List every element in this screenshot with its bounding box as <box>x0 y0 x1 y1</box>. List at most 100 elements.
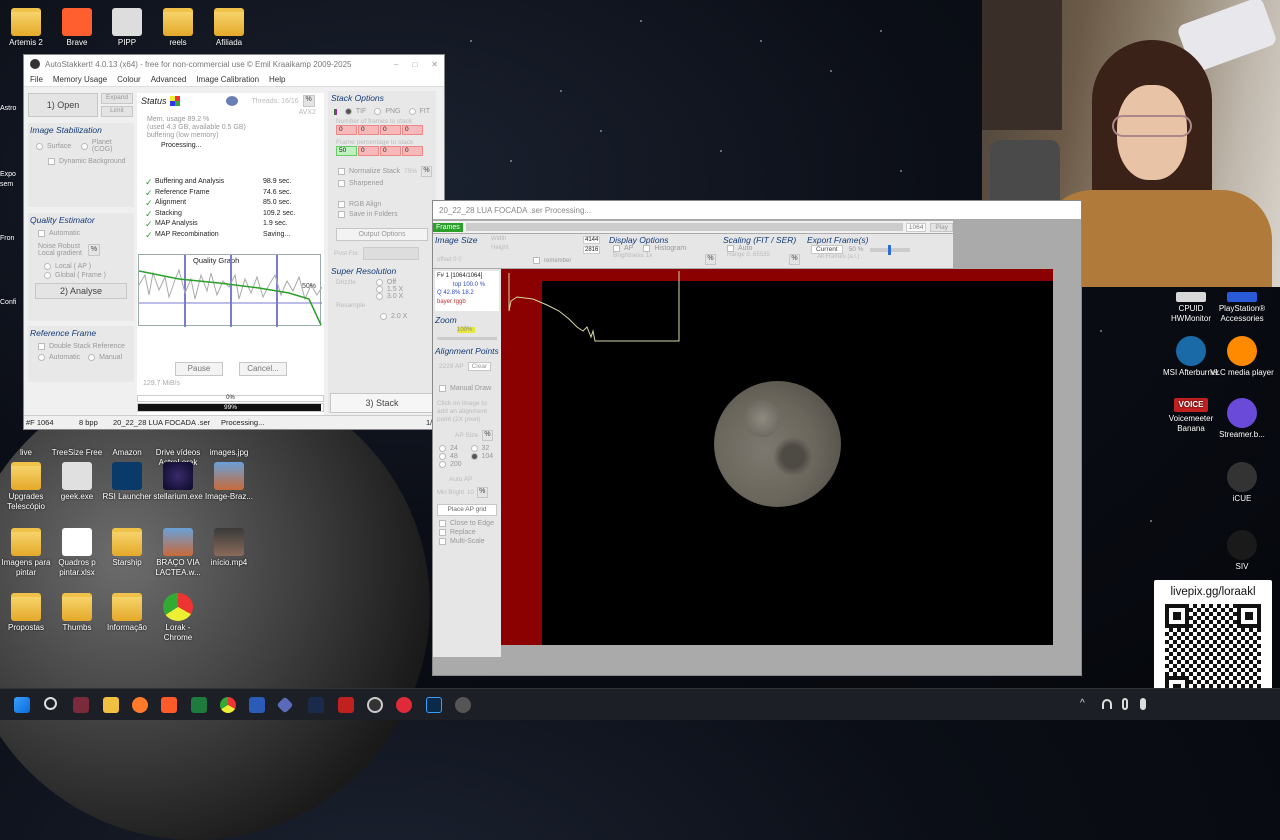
save-in-folders-checkbox[interactable]: Save in Folders <box>338 211 436 218</box>
close-icon[interactable]: ✕ <box>431 60 438 69</box>
desktop-icon[interactable]: Imagens para pintar <box>0 528 52 578</box>
width-field[interactable]: 4144 <box>583 236 601 244</box>
ap-size-percent-icon[interactable]: % <box>482 430 494 441</box>
tray-mic-icon[interactable] <box>1140 698 1146 710</box>
format-fit-radio[interactable]: FIT <box>408 108 430 115</box>
stack-pct-input[interactable]: 50 <box>336 146 357 156</box>
height-field[interactable]: 2816 <box>583 246 601 254</box>
double-stack-checkbox[interactable]: Double Stack Reference <box>38 343 132 350</box>
display-percent-icon[interactable]: % <box>705 254 716 265</box>
menu-memory-usage[interactable]: Memory Usage <box>53 75 107 84</box>
automatic-checkbox[interactable]: Automatic <box>38 230 132 237</box>
frames-slider[interactable] <box>465 223 903 231</box>
surface-radio[interactable]: Surface <box>36 139 71 153</box>
desktop-icon[interactable]: Streamer.b... <box>1209 398 1275 440</box>
replace-checkbox[interactable]: Replace <box>439 529 501 536</box>
photoshop-icon[interactable] <box>426 697 442 713</box>
minimize-icon[interactable]: – <box>394 60 398 69</box>
place-ap-grid-button[interactable]: Place AP grid <box>437 504 497 516</box>
close-to-edge-checkbox[interactable]: Close to Edge <box>439 520 501 527</box>
desktop-icon[interactable]: Thumbs <box>51 593 103 633</box>
sharpened-checkbox[interactable]: Sharpened <box>338 180 436 187</box>
stack-count-input[interactable]: 0 <box>402 125 423 135</box>
image-canvas[interactable] <box>501 269 1053 645</box>
normalize-checkbox[interactable]: Normalize Stack <box>338 168 400 175</box>
app-diamond-icon[interactable] <box>276 696 294 714</box>
desktop-icon[interactable]: Informação <box>101 593 153 633</box>
min-bright-percent-icon[interactable]: % <box>476 487 488 498</box>
firefox-icon[interactable] <box>132 697 148 713</box>
stack-count-input[interactable]: 0 <box>336 125 357 135</box>
desktop-icon[interactable]: stellarium.exe <box>152 462 204 502</box>
desktop-icon[interactable]: Lorak - Chrome <box>152 593 204 643</box>
task-view-icon[interactable] <box>73 697 89 713</box>
desktop-icon[interactable]: Brave <box>51 8 103 48</box>
menu-help[interactable]: Help <box>269 75 285 84</box>
histogram-checkbox[interactable]: Histogram <box>643 245 686 252</box>
reference-automatic-radio[interactable]: Automatic <box>38 354 80 361</box>
reference-manual-radio[interactable]: Manual <box>88 354 122 361</box>
drizzle-15-radio[interactable]: 1.5 X <box>375 286 403 293</box>
desktop-icon[interactable]: Quadros p pintar.xlsx <box>51 528 103 578</box>
planet-radio[interactable]: Planet (COG) <box>81 139 132 153</box>
stack-button[interactable]: 3) Stack <box>330 393 434 413</box>
desktop-icon[interactable]: Artemis 2 <box>0 8 52 48</box>
desktop-icon[interactable]: SIV <box>1209 530 1275 572</box>
media-player-icon[interactable] <box>396 697 412 713</box>
tray-network-icon[interactable] <box>1102 699 1112 709</box>
desktop-icon[interactable]: PIPP <box>101 8 153 48</box>
cancel-button[interactable]: Cancel... <box>239 362 287 376</box>
ap-size-option[interactable]: 48 <box>439 453 470 460</box>
desktop-icon[interactable]: PlayStation® Accessories <box>1209 292 1275 324</box>
desktop-icon[interactable]: RSI Launcher <box>101 462 153 502</box>
resample-20-radio[interactable]: 2.0 X <box>380 313 436 320</box>
file-explorer-icon[interactable] <box>103 697 119 713</box>
lightroom-icon[interactable] <box>308 697 324 713</box>
search-icon[interactable] <box>44 697 57 710</box>
pause-button[interactable]: Pause <box>175 362 223 376</box>
rgb-align-checkbox[interactable]: RGB Align <box>338 201 436 208</box>
play-button[interactable]: Play <box>930 222 953 232</box>
word-icon[interactable] <box>249 697 265 713</box>
remember-checkbox[interactable]: remember <box>533 257 571 264</box>
format-png-radio[interactable]: PNG <box>374 108 401 115</box>
analyse-button[interactable]: 2) Analyse <box>35 283 127 299</box>
tray-chevron-icon[interactable]: ^ <box>1080 698 1085 709</box>
post-fix-input[interactable] <box>363 247 420 260</box>
desktop-icon[interactable]: Afiliada <box>203 8 255 48</box>
desktop-icon[interactable]: Image-Braz... <box>203 462 255 502</box>
desktop-icon[interactable]: geek.exe <box>51 462 103 502</box>
voicemeeter-taskbar-icon[interactable] <box>338 697 354 713</box>
stack-count-input[interactable]: 0 <box>380 125 401 135</box>
menu-image-calibration[interactable]: Image Calibration <box>196 75 259 84</box>
manual-draw-checkbox[interactable]: Manual Draw <box>439 385 501 392</box>
drizzle-30-radio[interactable]: 3.0 X <box>375 293 403 300</box>
multi-scale-checkbox[interactable]: Multi-Scale <box>439 538 501 545</box>
excel-icon[interactable] <box>191 697 207 713</box>
stack-count-input[interactable]: 0 <box>358 125 379 135</box>
global-frame-radio[interactable]: Global ( Frame ) <box>44 272 132 279</box>
brave-taskbar-icon[interactable] <box>161 697 177 713</box>
stack-pct-input[interactable]: 0 <box>402 146 423 156</box>
windows-start-icon[interactable] <box>14 697 30 713</box>
stack-pct-input[interactable]: 0 <box>380 146 401 156</box>
desktop-icon[interactable]: iCUE <box>1209 462 1275 504</box>
scaling-percent-icon[interactable]: % <box>789 254 800 265</box>
threads-percent-icon[interactable]: % <box>302 95 315 107</box>
desktop-icon[interactable]: Starship <box>101 528 153 568</box>
export-slider[interactable] <box>869 244 910 255</box>
drizzle-off-radio[interactable]: Off <box>375 279 403 286</box>
ap-size-option[interactable]: 104 <box>470 453 502 460</box>
export-current-button[interactable]: Current <box>811 245 843 254</box>
menu-file[interactable]: File <box>30 75 43 84</box>
tray-wifi-icon[interactable] <box>1122 698 1128 710</box>
autostakkert-taskbar-icon[interactable] <box>455 697 471 713</box>
desktop-icon[interactable]: início.mp4 <box>203 528 255 568</box>
scaling-auto-checkbox[interactable]: Auto <box>727 245 801 252</box>
desktop-icon[interactable]: Upgrades Telescópio <box>0 462 52 512</box>
desktop-icon[interactable]: BRAÇO VIA LACTEA.w... <box>152 528 204 578</box>
clear-button[interactable]: Clear <box>467 362 492 371</box>
ap-size-option[interactable]: 200 <box>439 461 470 468</box>
menu-advanced[interactable]: Advanced <box>151 75 187 84</box>
viewer-titlebar[interactable]: 20_22_28 LUA FOCADA .ser Processing... <box>433 201 1081 219</box>
